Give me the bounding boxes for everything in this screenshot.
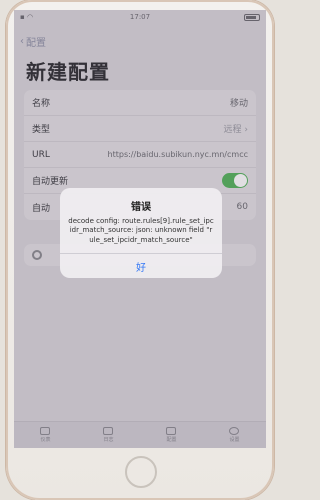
error-alert: 错误 decode config: route.rules[9].rule_se… bbox=[60, 188, 222, 279]
screen: ▪ ◠ 17:07 ‹ 配置 新建配置 名称 移动 类型 远程 › URL ht… bbox=[14, 10, 266, 448]
phone-frame: ▪ ◠ 17:07 ‹ 配置 新建配置 名称 移动 类型 远程 › URL ht… bbox=[6, 0, 274, 500]
alert-ok-button[interactable]: 好 bbox=[60, 253, 222, 278]
alert-title: 错误 bbox=[131, 202, 151, 213]
home-button[interactable] bbox=[125, 456, 157, 488]
alert-message: decode config: route.rules[9].rule_set_i… bbox=[68, 217, 214, 244]
